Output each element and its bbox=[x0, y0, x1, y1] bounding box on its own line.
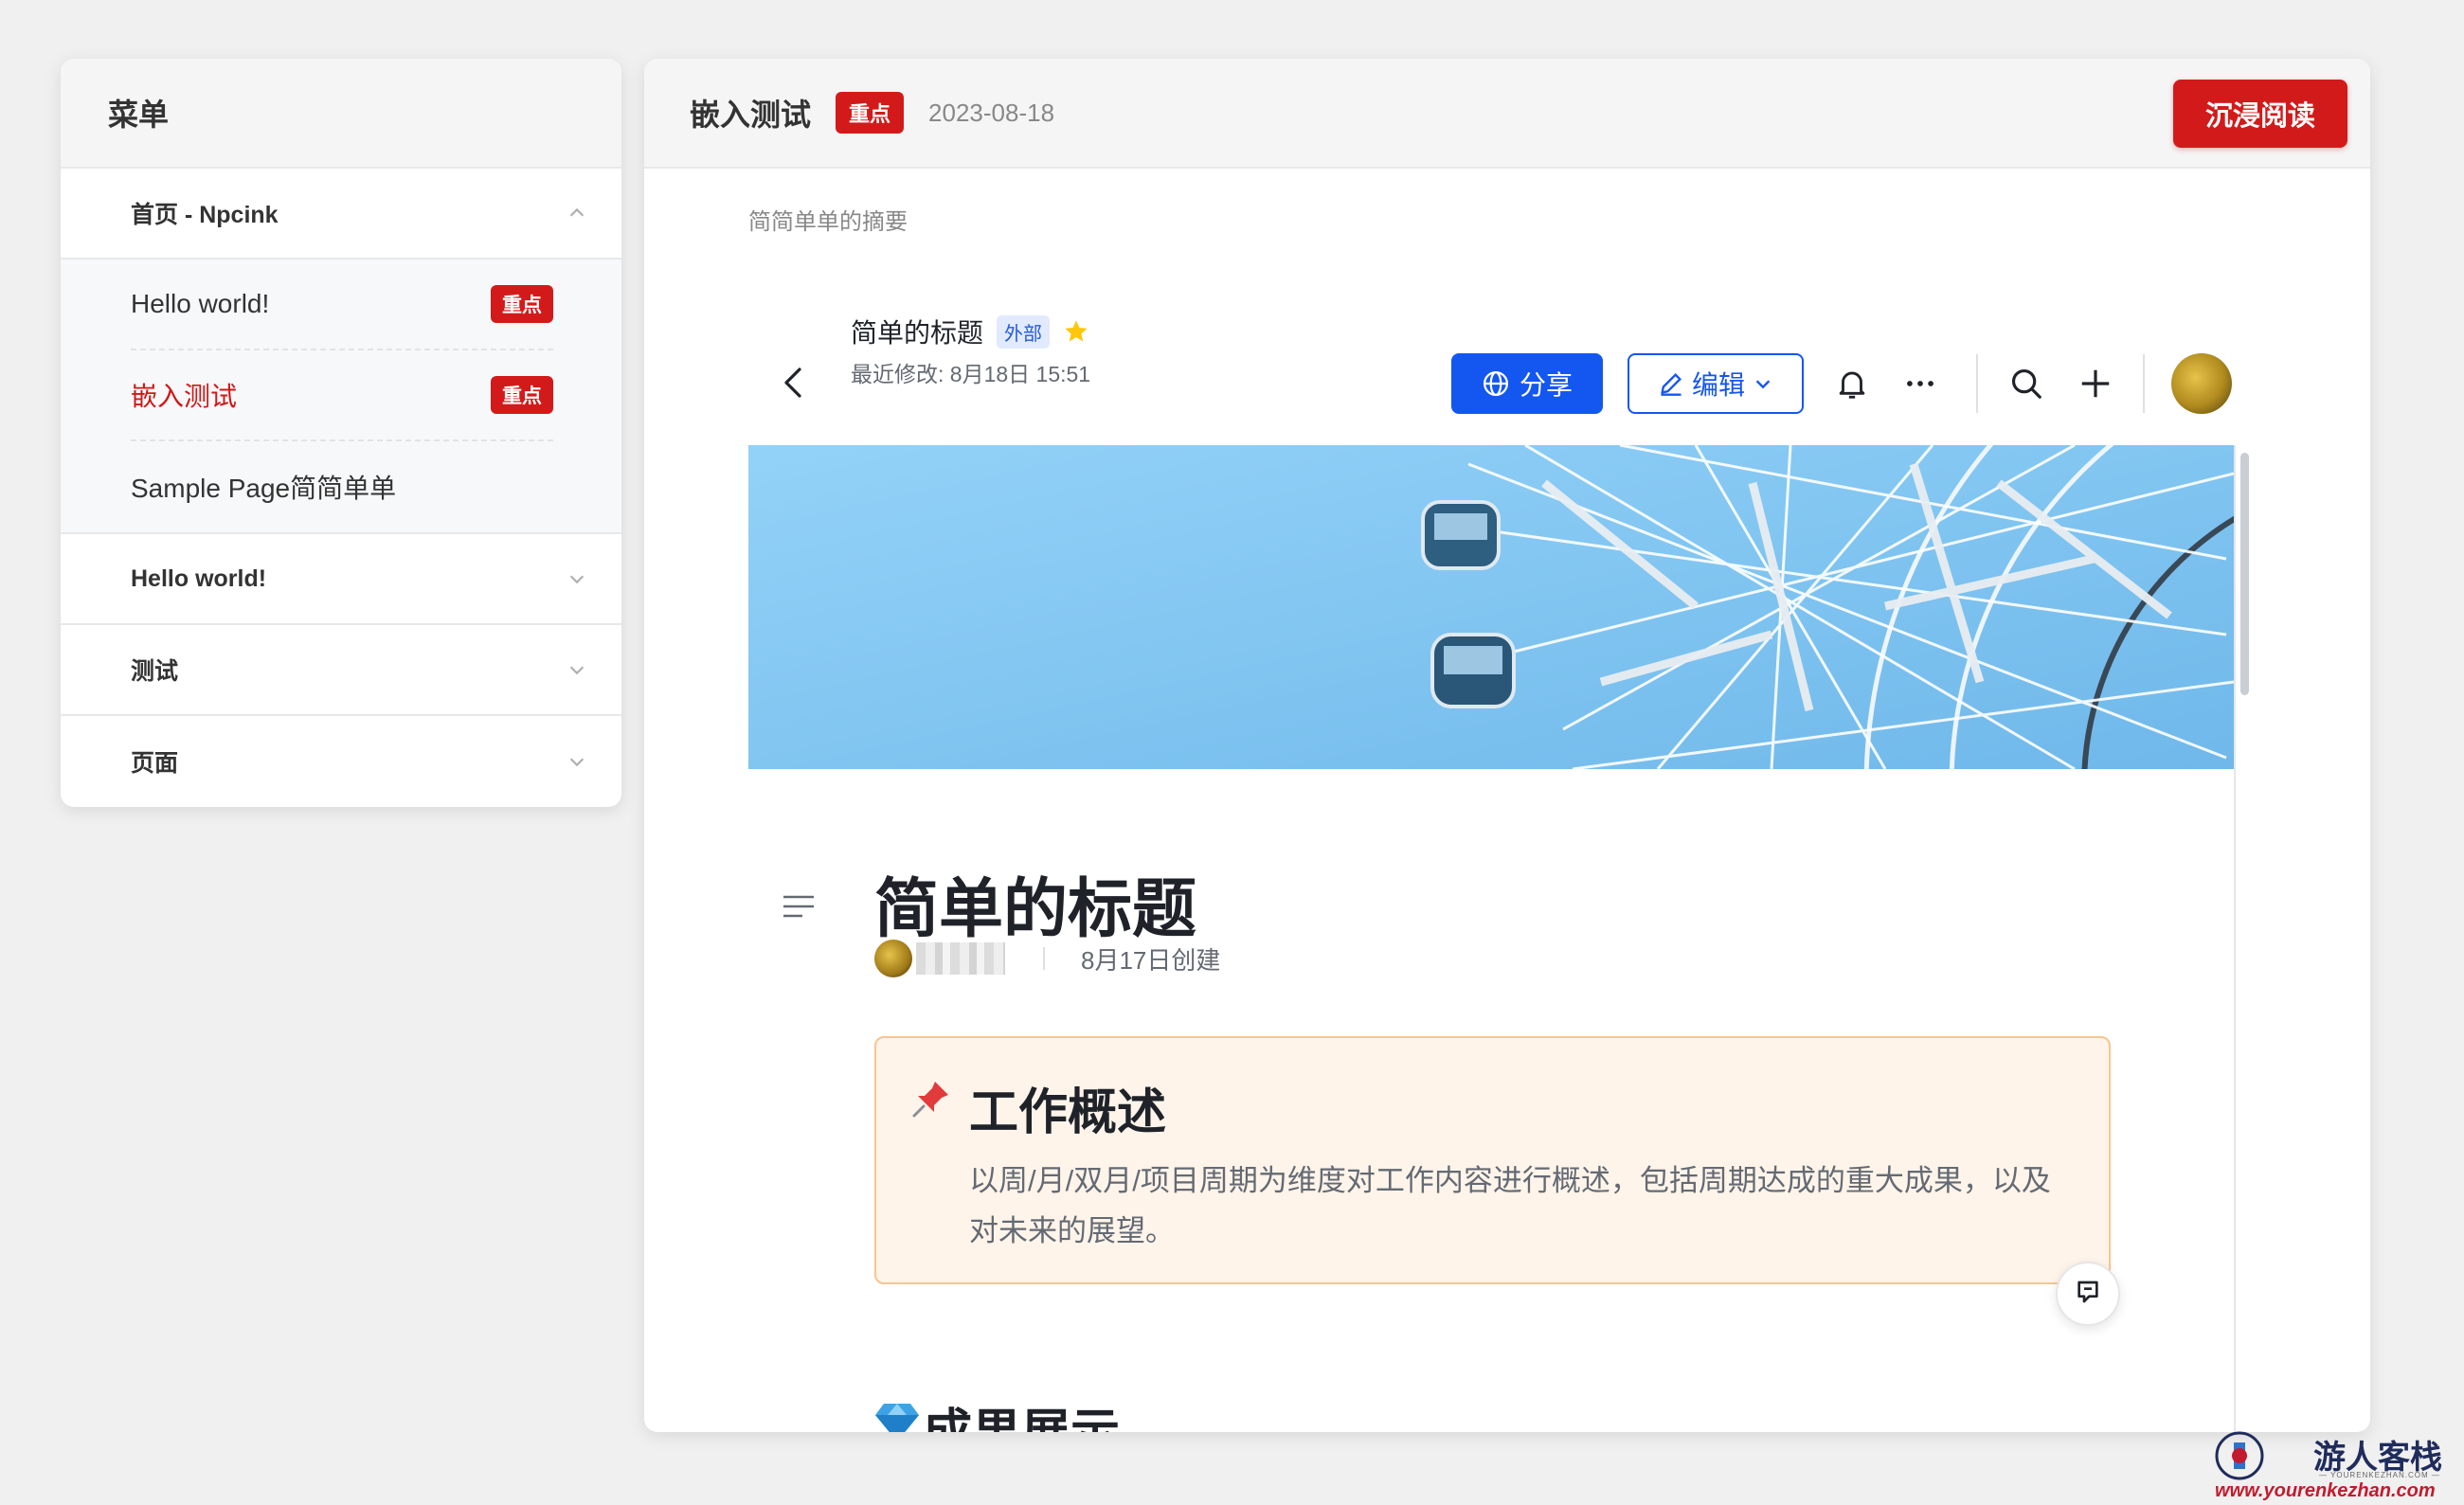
comment-button[interactable] bbox=[2056, 1262, 2120, 1326]
sub-item-embed-test[interactable]: 嵌入测试 重点 bbox=[131, 350, 553, 441]
priority-badge: 重点 bbox=[491, 376, 553, 414]
author-name-redacted bbox=[916, 942, 1005, 975]
scrollbar[interactable] bbox=[2234, 445, 2253, 1432]
priority-badge: 重点 bbox=[491, 285, 553, 323]
submenu: Hello world! 重点 嵌入测试 重点 Sample Page简简单单 bbox=[61, 260, 621, 534]
callout-body: 以周/月/双月/项目周期为维度对工作内容进行概述，包括周期达成的重大成果，以及对… bbox=[969, 1164, 2051, 1247]
chevron-down-icon bbox=[569, 666, 585, 675]
chevron-down-icon bbox=[569, 758, 585, 767]
watermark-subtitle: — YOURENKEZHAN.COM — bbox=[2319, 1471, 2440, 1479]
created-date: 8月17日创建 bbox=[1081, 945, 1221, 975]
back-arrow-icon[interactable] bbox=[777, 364, 811, 402]
menu-group-label: 页面 bbox=[131, 750, 179, 777]
last-modified: 最近修改: 8月18日 15:51 bbox=[851, 362, 1091, 386]
more-icon[interactable] bbox=[1902, 366, 1938, 402]
pushpin-icon bbox=[912, 1082, 948, 1118]
menu-group-label: 测试 bbox=[131, 658, 179, 685]
menu-group-home[interactable]: 首页 - Npcink bbox=[61, 169, 621, 260]
divider bbox=[1043, 947, 1045, 970]
author-row: 8月17日创建 bbox=[874, 936, 1220, 981]
menu-group-label: Hello world! bbox=[131, 564, 267, 592]
sub-item-label: 嵌入测试 bbox=[131, 382, 238, 411]
menu-group-label: 首页 - Npcink bbox=[131, 202, 279, 228]
publish-date: 2023-08-18 bbox=[928, 98, 1055, 127]
watermark-url: www.yourenkezhan.com bbox=[2215, 1480, 2436, 1501]
cover-image bbox=[748, 445, 2234, 769]
gem-icon bbox=[875, 1404, 919, 1432]
toolbar-divider bbox=[1976, 354, 1978, 413]
sidebar-menu: 菜单 首页 - Npcink Hello world! 重点 嵌入测试 重点 S… bbox=[61, 59, 621, 807]
embedded-doc: 简单的标题 外部 最近修改: 8月18日 15:51 分享 编辑 简单的标题 8… bbox=[748, 267, 2264, 1432]
share-button[interactable]: 分享 bbox=[1451, 353, 1603, 414]
scrollbar-thumb[interactable] bbox=[2240, 453, 2249, 695]
edit-label: 编辑 bbox=[1691, 370, 1745, 400]
toolbar-divider bbox=[2143, 354, 2145, 413]
watermark-logo: 游人客栈 — YOURENKEZHAN.COM — www.yourenkezh… bbox=[2215, 1425, 2442, 1501]
doc-title-block: 简单的标题 外部 最近修改: 8月18日 15:51 bbox=[851, 313, 1090, 388]
sub-item-sample-page[interactable]: Sample Page简简单单 bbox=[131, 441, 553, 532]
sub-item-label: Hello world! bbox=[131, 289, 270, 318]
page-title: 嵌入测试 bbox=[690, 98, 812, 132]
sidebar-title: 菜单 bbox=[61, 59, 621, 169]
globe-icon bbox=[1483, 371, 1508, 396]
comment-icon bbox=[2077, 1281, 2098, 1303]
search-icon[interactable] bbox=[2008, 366, 2044, 402]
user-avatar[interactable] bbox=[2171, 353, 2232, 414]
menu-group-test[interactable]: 测试 bbox=[61, 625, 621, 716]
external-tag: 外部 bbox=[997, 314, 1051, 349]
priority-badge: 重点 bbox=[836, 92, 905, 134]
author-avatar[interactable] bbox=[874, 940, 912, 977]
callout-title: 工作概述 bbox=[969, 1085, 1167, 1140]
pencil-icon bbox=[1661, 373, 1682, 396]
chevron-down-icon bbox=[569, 575, 585, 584]
immersive-read-button[interactable]: 沉浸阅读 bbox=[2173, 80, 2347, 148]
edit-button[interactable]: 编辑 bbox=[1628, 353, 1804, 414]
chevron-up-icon bbox=[569, 207, 585, 217]
doc-name[interactable]: 简单的标题 bbox=[851, 313, 983, 350]
chevron-down-icon bbox=[1755, 380, 1771, 389]
sub-item-label: Sample Page简简单单 bbox=[131, 474, 397, 503]
main-panel: 嵌入测试 重点 2023-08-18 沉浸阅读 简简单单的摘要 简单的标题 外部… bbox=[644, 59, 2370, 1432]
menu-group-hello-world[interactable]: Hello world! bbox=[61, 534, 621, 625]
toc-icon[interactable] bbox=[782, 892, 816, 921]
callout-block: 工作概述 以周/月/双月/项目周期为维度对工作内容进行概述，包括周期达成的重大成… bbox=[874, 1036, 2111, 1284]
sub-item-hello-world[interactable]: Hello world! 重点 bbox=[131, 260, 553, 350]
section-heading: 成果展示 bbox=[923, 1392, 1120, 1432]
summary-text: 简简单单的摘要 bbox=[748, 209, 908, 235]
watermark-emblem-icon bbox=[2215, 1431, 2264, 1480]
main-header: 嵌入测试 重点 2023-08-18 沉浸阅读 bbox=[644, 59, 2370, 169]
bell-icon[interactable] bbox=[1834, 366, 1870, 402]
star-icon[interactable] bbox=[1063, 318, 1089, 345]
plus-icon[interactable] bbox=[2077, 366, 2113, 402]
menu-group-pages[interactable]: 页面 bbox=[61, 716, 621, 807]
share-label: 分享 bbox=[1519, 370, 1573, 400]
